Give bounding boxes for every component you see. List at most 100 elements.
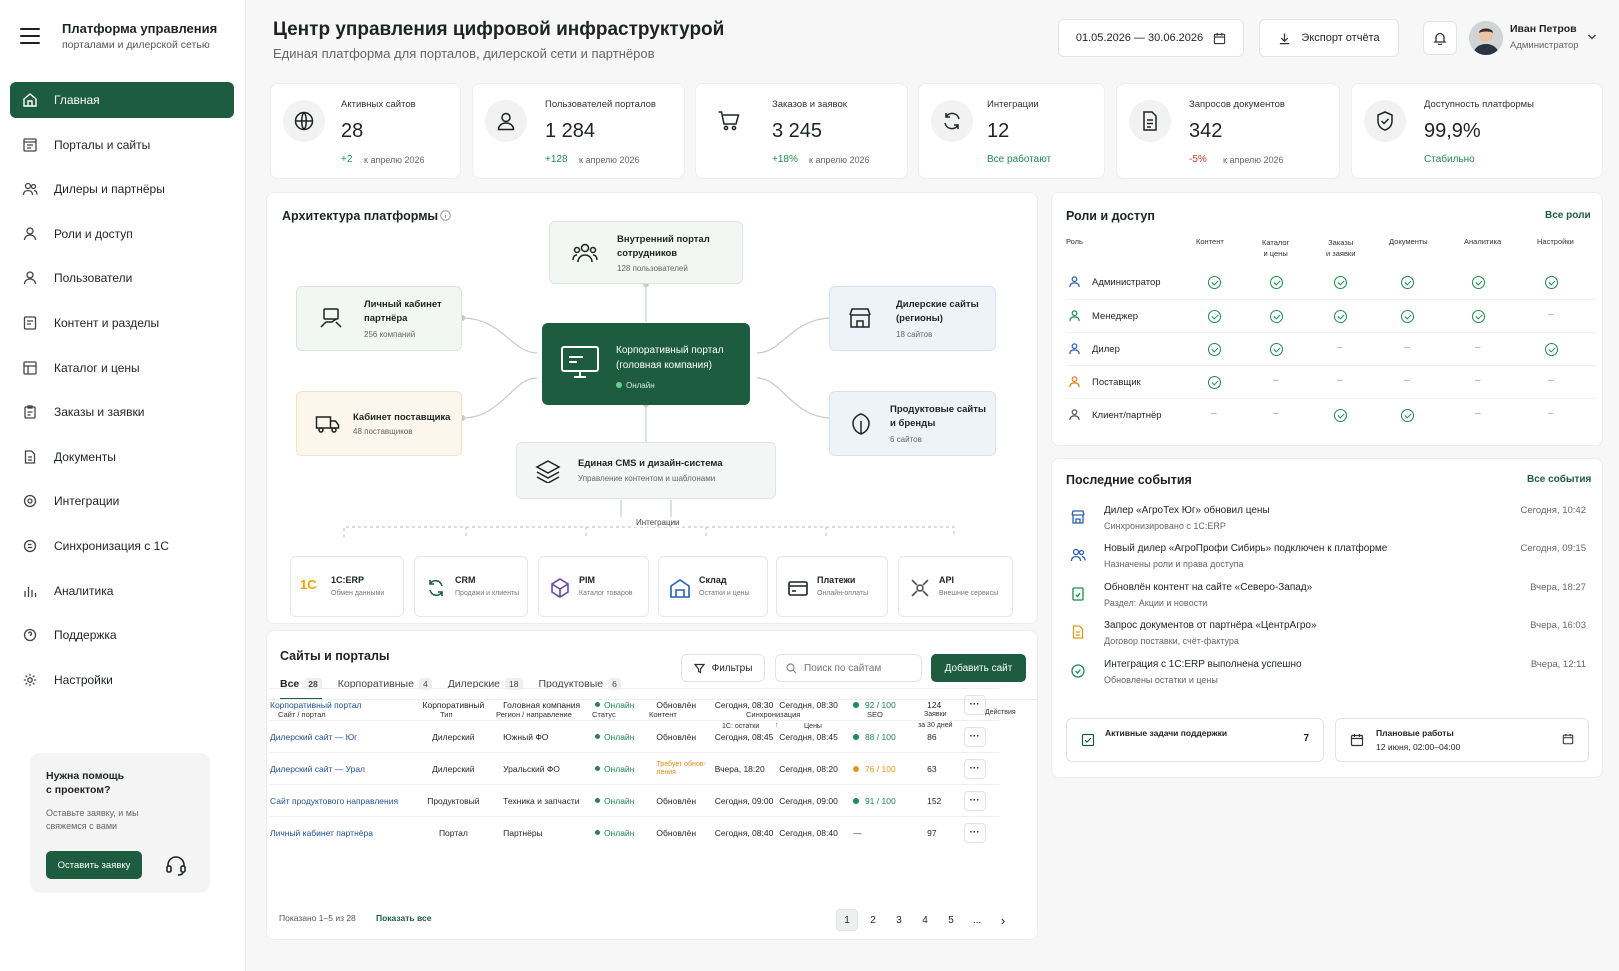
sidebar-item-home[interactable]: Главная (10, 82, 234, 118)
filters-label: Фильтры (711, 662, 753, 674)
sidebar-item-label: Главная (54, 93, 100, 107)
date-range-picker[interactable]: 01.05.2026 — 30.06.2026 (1058, 19, 1244, 57)
support-icon (23, 628, 37, 642)
node-product-sites[interactable]: Продуктовые сайты и бренды 6 сайтов (829, 391, 996, 456)
seo-score: 76 / 100 (864, 763, 896, 774)
page-5[interactable]: 5 (940, 909, 962, 931)
node-employees-portal[interactable]: Внутренний портал сотрудников 128 пользо… (549, 221, 743, 284)
table-row[interactable]: Дилерский сайт — Урал Дилерский Уральский … (270, 752, 1000, 785)
users-icon (22, 183, 38, 196)
access-granted-icon (1270, 343, 1283, 356)
maintenance-card[interactable]: Плановые работы 12 июня, 02:00–04:00 (1335, 718, 1589, 762)
calendar-icon[interactable] (1562, 733, 1574, 745)
filters-button[interactable]: Фильтры (681, 654, 765, 682)
menu-icon[interactable] (20, 28, 40, 44)
support-tasks-card[interactable]: Активные задачи поддержки 7 (1066, 718, 1324, 762)
site-link[interactable]: Личный кабинет партнёра (270, 828, 373, 838)
document-icon (1072, 625, 1084, 639)
access-denied: – (1548, 408, 1554, 419)
event-subtitle: Договор поставки, счёт-фактура (1104, 636, 1239, 646)
home-icon (23, 93, 37, 107)
table-row[interactable]: Корпоративный портал Корпоративный Головна… (270, 688, 1000, 721)
chart-icon (24, 586, 37, 597)
sidebar-item-analytics[interactable]: Аналитика (10, 573, 234, 609)
notifications-button[interactable] (1423, 21, 1457, 55)
page-3[interactable]: 3 (888, 909, 910, 931)
table-row[interactable]: Сайт продуктового направления Продуктовый… (270, 784, 1000, 817)
chevron-down-icon[interactable] (1587, 33, 1597, 41)
page-title: Центр управления цифровой инфраструктуро… (273, 19, 725, 40)
edit-doc-icon (23, 316, 37, 330)
node-partner-cabinet[interactable]: Личный кабинет партнёра 256 компаний (296, 286, 462, 351)
avatar[interactable] (1469, 21, 1503, 55)
node-dealer-sites[interactable]: Дилерские сайты (регионы) 18 сайтов (829, 286, 996, 351)
seo-dot (852, 797, 859, 804)
sidebar-item-portals[interactable]: Порталы и сайты (10, 127, 234, 163)
table-row[interactable]: Личный кабинет партнёра Портал Партнёры Онл… (270, 816, 1000, 849)
sidebar-item-sync-1c[interactable]: Синхронизация с 1С (10, 528, 234, 564)
add-site-button[interactable]: Добавить сайт (931, 654, 1026, 682)
node-corporate-portal[interactable]: Корпоративный портал (головная компания)… (542, 323, 750, 405)
all-roles-link[interactable]: Все роли (1545, 210, 1591, 221)
row-actions-button[interactable]: ··· (963, 790, 986, 811)
access-denied: – (1475, 375, 1481, 386)
show-all-link[interactable]: Показать все (376, 913, 431, 923)
calendar-icon (1213, 32, 1226, 44)
sidebar-item-documents[interactable]: Документы (10, 439, 234, 475)
sidebar-item-dealers[interactable]: Дилеры и партнёры (10, 171, 234, 207)
sidebar-item-content[interactable]: Контент и разделы (10, 305, 234, 341)
page-2[interactable]: 2 (862, 909, 884, 931)
sidebar-item-integrations[interactable]: Интеграции (10, 483, 234, 519)
integration-subtitle: Внешние сервисы (939, 590, 999, 597)
page-4[interactable]: 4 (914, 909, 936, 931)
row-actions-button[interactable]: ··· (963, 694, 986, 715)
event-time: Сегодня, 10:42 (1520, 505, 1586, 516)
role-row[interactable]: Менеджер – (1066, 299, 1596, 332)
kpi-period: к апрелю 2026 (364, 155, 425, 165)
request-button[interactable]: Оставить заявку (46, 851, 142, 879)
sidebar-item-support[interactable]: Поддержка (10, 617, 234, 653)
sidebar-item-catalog[interactable]: Каталог и цены (10, 350, 234, 386)
row-actions-button[interactable]: ··· (963, 758, 986, 779)
sidebar-item-roles[interactable]: Роли и доступ (10, 216, 234, 252)
site-link[interactable]: Дилерский сайт — Юг (270, 732, 357, 742)
row-actions-button[interactable]: ··· (963, 822, 986, 843)
kpi-label: Доступность платформы (1424, 99, 1535, 110)
globe-icon (283, 100, 325, 142)
integration-warehouse[interactable]: Склад Остатки и цены (658, 556, 768, 617)
sidebar-item-settings[interactable]: Настройки (10, 662, 234, 698)
site-link[interactable]: Сайт продуктового направления (270, 796, 398, 806)
integration-1c[interactable]: 1С 1С:ERP Обмен данными (290, 556, 404, 617)
search-input[interactable] (804, 662, 914, 674)
access-denied: – (1475, 342, 1481, 353)
integration-crm[interactable]: CRM Продажи и клиенты (414, 556, 528, 617)
integration-pim[interactable]: PIM Каталог товаров (538, 556, 649, 617)
role-row[interactable]: Администратор (1066, 266, 1596, 299)
page-1[interactable]: 1 (836, 909, 858, 931)
site-link[interactable]: Корпоративный портал (270, 700, 361, 710)
next-page-button[interactable]: › (992, 909, 1014, 931)
status-badge: Онлайн (595, 764, 634, 774)
role-row[interactable]: Дилер – – – (1066, 332, 1596, 365)
credit-card-icon (788, 581, 808, 596)
integration-api[interactable]: API Внешние сервисы (898, 556, 1013, 617)
table-row[interactable]: Дилерский сайт — Юг Дилерский Южный ФО Онла… (270, 720, 1000, 753)
sync-price: Сегодня, 08:40 (779, 827, 838, 838)
sidebar-item-orders[interactable]: Заказы и заявки (10, 394, 234, 430)
role-name: Поставщик (1092, 377, 1141, 388)
node-supplier-cabinet[interactable]: Кабинет поставщика 48 поставщиков (296, 391, 462, 456)
integration-payments[interactable]: Платежи Онлайн-оплаты (776, 556, 888, 617)
kpi-delta: +2 (341, 154, 353, 165)
orders-count: 124 (927, 699, 942, 710)
role-row[interactable]: Клиент/партнёр – – – – (1066, 398, 1596, 431)
node-cms[interactable]: Единая CMS и дизайн-система Управление к… (516, 442, 776, 499)
role-row[interactable]: Поставщик – – – – – (1066, 365, 1596, 398)
site-link[interactable]: Дилерский сайт — Урал (270, 764, 365, 774)
sidebar-item-label: Аналитика (54, 583, 114, 598)
sidebar-item-users[interactable]: Пользователи (10, 260, 234, 296)
export-button[interactable]: Экспорт отчёта (1259, 19, 1399, 57)
all-events-link[interactable]: Все события (1527, 474, 1591, 485)
sidebar-item-label: Порталы и сайты (54, 137, 151, 152)
status-badge: Онлайн (595, 796, 634, 806)
row-actions-button[interactable]: ··· (963, 726, 986, 747)
